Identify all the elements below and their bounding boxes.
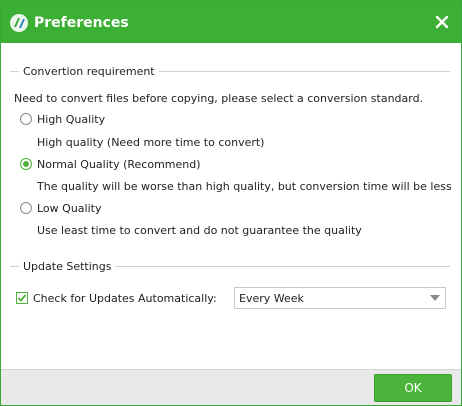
- conversion-instruction: Need to convert files before copying, pl…: [14, 92, 424, 105]
- radio-normal-quality-label[interactable]: Normal Quality (Recommend): [37, 157, 201, 172]
- radio-low-quality-label[interactable]: Low Quality: [37, 201, 101, 216]
- ok-button[interactable]: OK: [374, 374, 452, 402]
- preferences-dialog: Preferences Convertion requirement Need …: [0, 0, 462, 406]
- update-frequency-select[interactable]: Every Week: [234, 287, 446, 309]
- update-frequency-value: Every Week: [239, 292, 304, 305]
- radio-low-quality[interactable]: [20, 202, 32, 214]
- auto-update-checkbox[interactable]: [16, 292, 28, 304]
- normal-quality-description: The quality will be worse than high qual…: [37, 180, 452, 193]
- radio-normal-quality[interactable]: [20, 158, 32, 170]
- radio-high-quality[interactable]: [20, 113, 32, 125]
- app-logo-icon: [10, 14, 28, 32]
- update-settings-legend: Update Settings: [19, 259, 116, 274]
- checkmark-icon: [17, 294, 27, 302]
- close-icon[interactable]: [433, 13, 451, 31]
- high-quality-description: High quality (Need more time to convert): [37, 136, 265, 149]
- auto-update-label[interactable]: Check for Updates Automatically:: [33, 291, 217, 306]
- dialog-title: Preferences: [34, 15, 129, 31]
- low-quality-description: Use least time to convert and do not gua…: [37, 224, 362, 237]
- chevron-down-icon: [430, 295, 440, 301]
- title-bar: Preferences: [1, 1, 461, 43]
- radio-high-quality-label[interactable]: High Quality: [37, 112, 105, 127]
- conversion-legend: Convertion requirement: [19, 64, 159, 79]
